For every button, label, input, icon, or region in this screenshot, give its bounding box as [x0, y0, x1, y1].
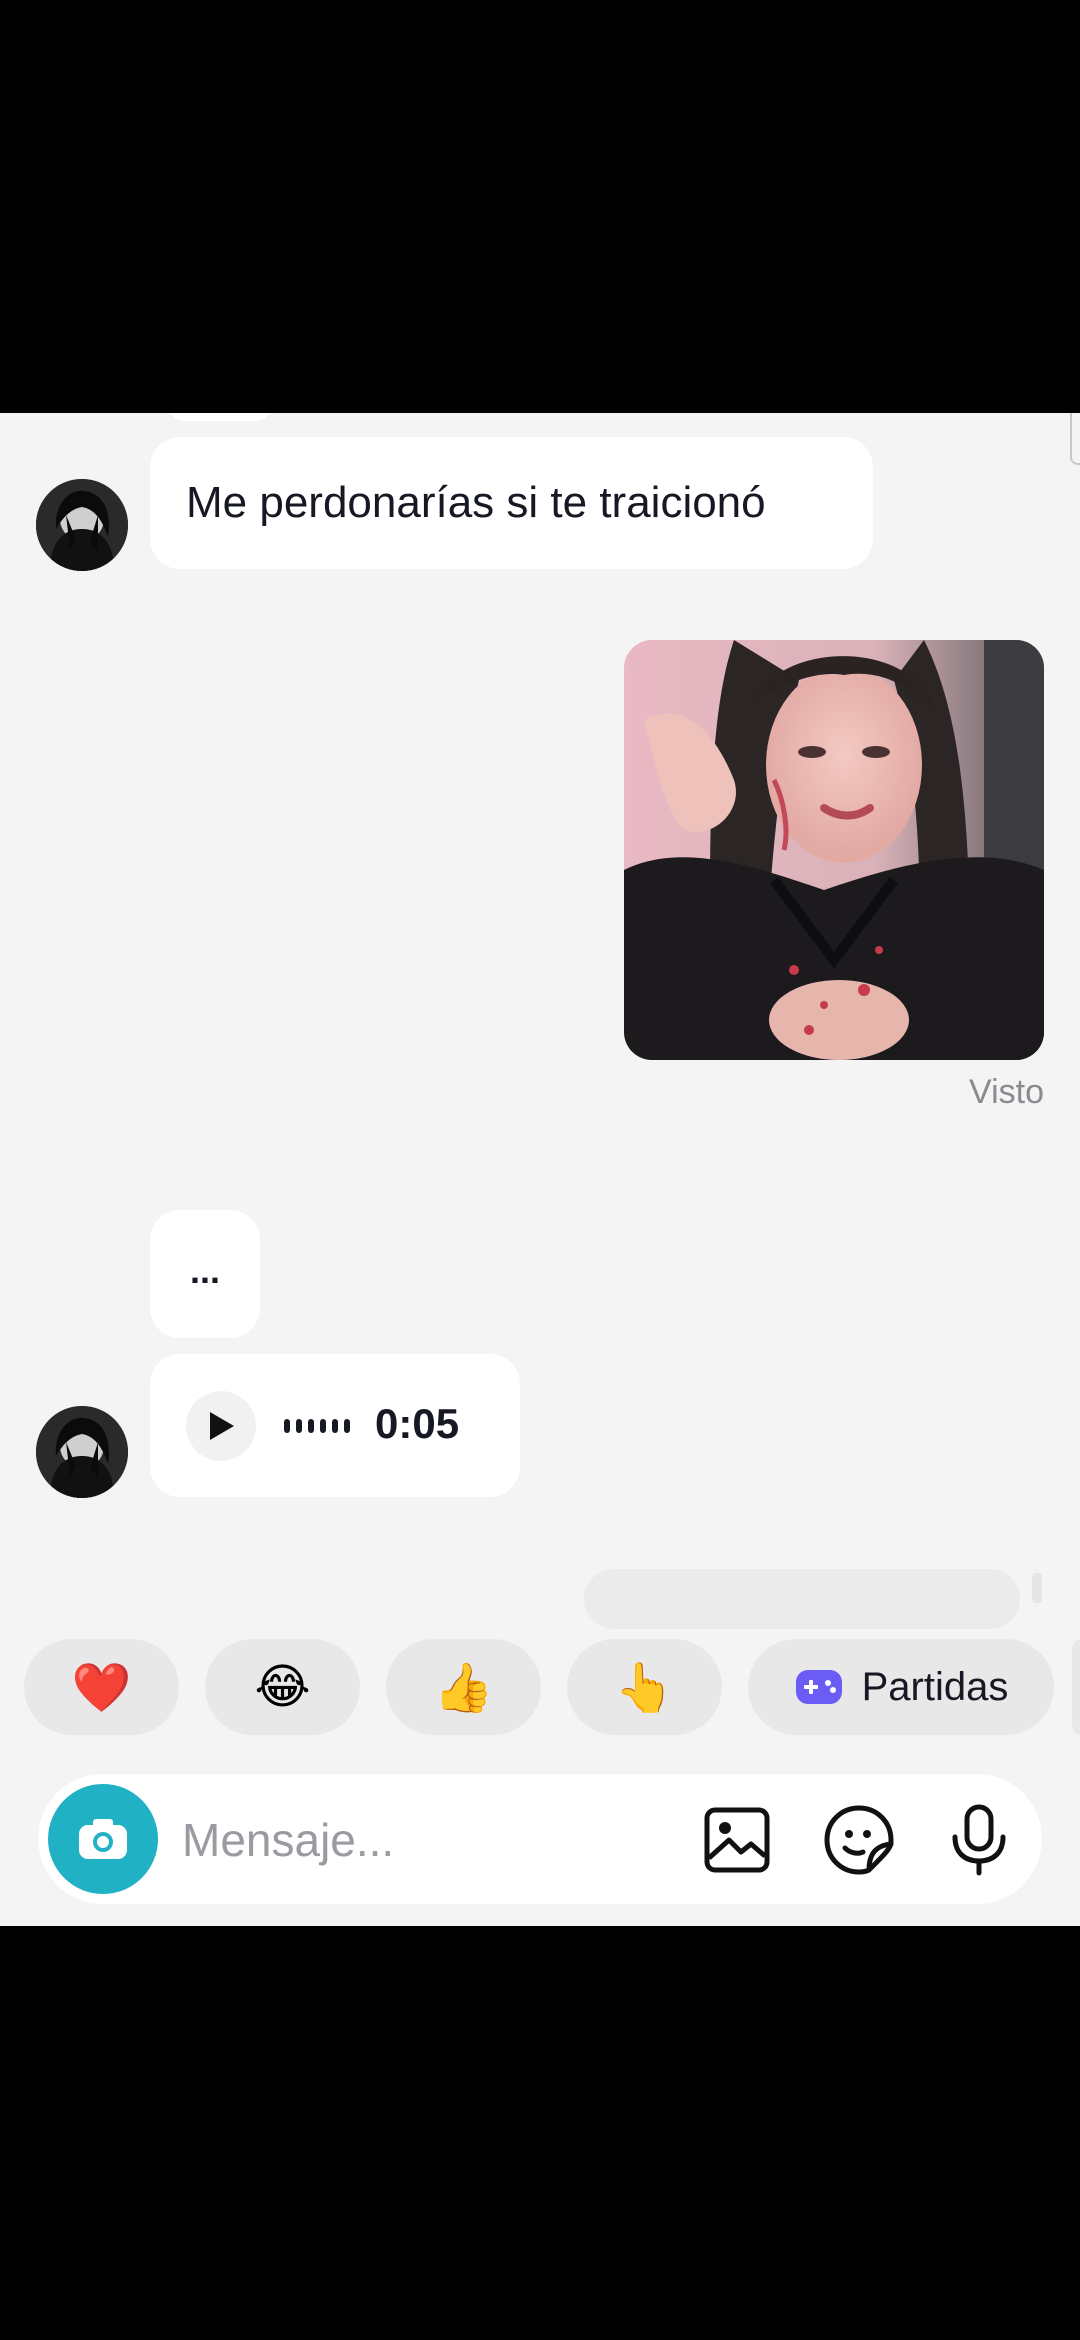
voice-duration: 0:05: [375, 1400, 460, 1447]
play-button[interactable]: [186, 1391, 256, 1461]
photo-thumbnail: [624, 640, 1044, 1060]
quick-reactions-bar: ❤️ 😂 👍 👆 Partidas: [24, 1639, 1054, 1735]
play-icon: [210, 1412, 234, 1440]
audio-waveform: [284, 1419, 350, 1433]
reaction-pointing-chip[interactable]: 👆: [567, 1639, 722, 1735]
message-text: ...: [189, 1250, 220, 1291]
previous-message-edge: [170, 413, 270, 421]
gamepad-icon: [795, 1670, 842, 1704]
microphone-icon: [952, 1804, 1006, 1876]
sticker-button[interactable]: [823, 1804, 895, 1876]
chat-screen: Me perdonarías si te traicionó Visto ...…: [0, 413, 1080, 1926]
microphone-button[interactable]: [943, 1804, 1015, 1876]
message-text: Me perdonarías si te traicionó: [186, 478, 766, 527]
camera-button[interactable]: [48, 1784, 158, 1894]
gallery-button[interactable]: [701, 1804, 773, 1876]
more-reactions-edge[interactable]: [1072, 1639, 1080, 1735]
sticker-icon: [824, 1805, 894, 1875]
avatar-image: [36, 1406, 128, 1498]
contact-avatar[interactable]: [36, 479, 128, 571]
message-input[interactable]: [180, 1804, 684, 1876]
reaction-heart-chip[interactable]: ❤️: [24, 1639, 179, 1735]
thumbs-up-icon: 👍: [433, 1659, 494, 1716]
sent-photo-message[interactable]: [624, 640, 1044, 1060]
voice-message-bubble: 0:05: [150, 1354, 520, 1497]
tears-of-joy-icon: 😂: [254, 1659, 311, 1715]
partial-message-bubble: [584, 1569, 1020, 1629]
received-message-bubble[interactable]: Me perdonarías si te traicionó: [150, 437, 873, 569]
seen-status: Visto: [969, 1073, 1044, 1111]
red-heart-icon: ❤️: [71, 1659, 132, 1716]
scroll-indicator: [1070, 413, 1080, 465]
games-button[interactable]: Partidas: [748, 1639, 1054, 1735]
reaction-thumbs-up-chip[interactable]: 👍: [386, 1639, 541, 1735]
pointing-up-icon: 👆: [614, 1659, 675, 1716]
avatar-image: [36, 479, 128, 571]
received-message-bubble[interactable]: ...: [150, 1210, 260, 1338]
reaction-laugh-chip[interactable]: 😂: [205, 1639, 360, 1735]
gallery-icon: [704, 1807, 770, 1873]
contact-avatar[interactable]: [36, 1406, 128, 1498]
message-composer: [38, 1774, 1042, 1904]
games-label: Partidas: [861, 1664, 1009, 1709]
camera-icon: [79, 1819, 127, 1859]
partial-message-edge: [1032, 1573, 1042, 1603]
